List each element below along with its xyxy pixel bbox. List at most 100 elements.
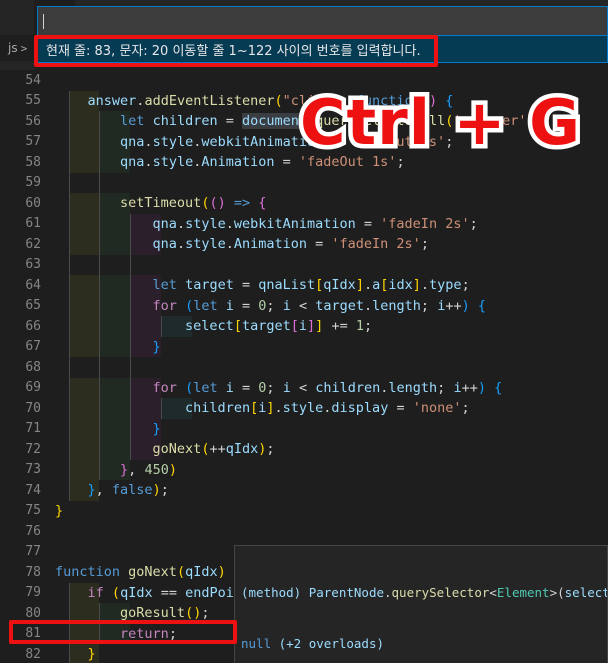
line-number: 71 xyxy=(25,421,41,437)
chevron-right-icon: > xyxy=(20,41,28,55)
code-token: = xyxy=(233,379,259,396)
code-line[interactable]: 57 qna.style.webkitAnimation = 'fadeOut … xyxy=(0,131,608,152)
line-content: function goNext(qIdx) { xyxy=(55,564,242,580)
code-token: } xyxy=(152,338,161,355)
code-token: webkitAnimation xyxy=(201,133,324,150)
code-token: qna xyxy=(120,154,145,171)
code-token: 450 xyxy=(144,461,169,478)
code-token: ( xyxy=(111,584,121,601)
code-token: [ xyxy=(290,318,299,335)
code-line[interactable]: 63 xyxy=(0,254,608,275)
code-token: ; xyxy=(201,605,210,622)
code-token: '.answer' xyxy=(453,113,527,130)
line-number: 75 xyxy=(25,503,41,519)
line-content: goResult(); xyxy=(55,605,209,621)
line-content: }, 450) xyxy=(55,462,177,478)
line-content: for (let i = 0; i < children.length; i++… xyxy=(55,379,503,396)
code-token: . xyxy=(176,215,186,232)
code-token: children xyxy=(315,379,381,396)
code-token: goNext xyxy=(152,441,202,458)
line-number: 79 xyxy=(25,585,41,601)
code-token: idx xyxy=(388,277,413,294)
code-token: { xyxy=(258,195,267,212)
code-line[interactable]: 67 } xyxy=(0,336,608,357)
code-token: , xyxy=(339,92,356,109)
line-number: 63 xyxy=(25,257,41,273)
vscode-window: JS n js > 5455 answer.addEventListener("… xyxy=(0,0,608,663)
code-token: if xyxy=(87,584,104,601)
code-token: ++ xyxy=(445,297,462,314)
code-line[interactable]: 54 xyxy=(0,70,608,91)
code-line[interactable]: 69 for (let i = 0; i < children.length; … xyxy=(0,377,608,398)
line-content: } xyxy=(55,339,161,355)
line-number: 82 xyxy=(25,646,41,662)
tooltip-token: null xyxy=(241,636,272,651)
breadcrumb-item-js[interactable]: js xyxy=(8,41,18,55)
code-token: target xyxy=(315,297,364,314)
tooltip-token: < xyxy=(489,585,497,600)
goto-line-widget[interactable]: 현재 줄: 83, 문자: 20 이동할 줄 1~122 사이의 번호를 입력합… xyxy=(37,6,608,63)
code-token: a xyxy=(372,277,381,294)
code-line[interactable]: 56 let children = document.querySelector… xyxy=(0,111,608,132)
line-number: 54 xyxy=(25,72,41,88)
tooltip-token: querySelector xyxy=(391,585,490,600)
code-line[interactable]: 62 qna.style.Animation = 'fadeIn 2s'; xyxy=(0,234,608,255)
code-line[interactable]: 71 } xyxy=(0,418,608,439)
tooltip-token: . xyxy=(384,585,392,600)
code-token: style xyxy=(185,236,226,253)
code-token: = xyxy=(217,113,242,130)
line-number: 78 xyxy=(25,564,41,580)
code-token: ] xyxy=(307,318,316,335)
code-token: . xyxy=(144,133,153,150)
code-line[interactable]: 75} xyxy=(0,501,608,522)
code-token: ; xyxy=(266,441,275,458)
code-token: , xyxy=(128,461,145,478)
line-content: } xyxy=(55,646,96,662)
line-content: }, false); xyxy=(55,482,169,498)
line-content: qna.style.Animation = 'fadeIn 2s'; xyxy=(55,236,429,252)
code-line[interactable]: 70 children[i].style.display = 'none'; xyxy=(0,398,608,419)
goto-line-input[interactable] xyxy=(38,7,607,35)
code-line[interactable]: 65 for (let i = 0; i < target.length; i+… xyxy=(0,295,608,316)
code-token: let xyxy=(193,379,218,396)
code-token: style xyxy=(282,400,324,417)
code-line[interactable]: 74 }, false); xyxy=(0,480,608,501)
indent-guide xyxy=(69,172,70,193)
code-token: , xyxy=(95,482,112,499)
code-token: function xyxy=(355,92,421,109)
code-token: target xyxy=(241,318,291,335)
code-token: Animation xyxy=(233,236,308,253)
code-line[interactable]: 73 }, 450) xyxy=(0,459,608,480)
code-token: ) xyxy=(461,297,470,314)
indent-guide xyxy=(99,357,100,378)
code-line[interactable]: 76 xyxy=(0,521,608,542)
code-line[interactable]: 55 answer.addEventListener("click", func… xyxy=(0,90,608,111)
code-line[interactable]: 64 let target = qnaList[qIdx].a[idx].typ… xyxy=(0,275,608,296)
code-token: < xyxy=(290,297,316,314)
code-line[interactable]: 66 select[target[i]] += 1; xyxy=(0,316,608,337)
indent-guide xyxy=(69,254,70,275)
code-token: . xyxy=(364,297,373,314)
code-token: i xyxy=(225,297,234,314)
code-token: ++ xyxy=(461,379,478,396)
code-line[interactable]: 72 goNext(++qIdx); xyxy=(0,439,608,460)
code-line[interactable]: 68 xyxy=(0,357,608,378)
line-number: 80 xyxy=(25,605,41,621)
code-token: ( xyxy=(185,297,194,314)
code-line[interactable]: 58 qna.style.Animation = 'fadeOut 1s'; xyxy=(0,152,608,173)
code-line[interactable]: 60 setTimeout(() => { xyxy=(0,193,608,214)
line-content: for (let i = 0; i < target.length; i++) … xyxy=(55,298,486,314)
code-line[interactable]: 59 xyxy=(0,172,608,193)
code-line[interactable]: 61 qna.style.webkitAnimation = 'fadeIn 2… xyxy=(0,213,608,234)
code-token: { xyxy=(477,297,487,314)
code-token: ( xyxy=(420,92,429,109)
